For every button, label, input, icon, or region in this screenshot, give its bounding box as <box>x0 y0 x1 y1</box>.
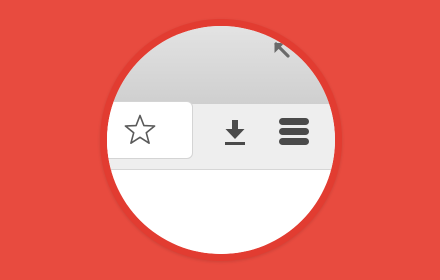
menu-bar-line <box>279 118 309 125</box>
page-content-area <box>107 171 335 254</box>
menu-bar-line <box>279 128 309 135</box>
download-icon[interactable] <box>220 117 250 147</box>
address-bar[interactable] <box>107 101 193 159</box>
magnifier-lens <box>100 19 342 261</box>
hamburger-menu-icon[interactable] <box>277 116 313 148</box>
browser-toolbar <box>107 101 335 170</box>
browser-window-closeup <box>107 26 335 254</box>
star-icon[interactable] <box>122 112 158 148</box>
menu-bar-line <box>279 138 309 145</box>
window-titlebar <box>107 26 335 104</box>
restore-down-arrow-icon[interactable] <box>270 38 294 62</box>
